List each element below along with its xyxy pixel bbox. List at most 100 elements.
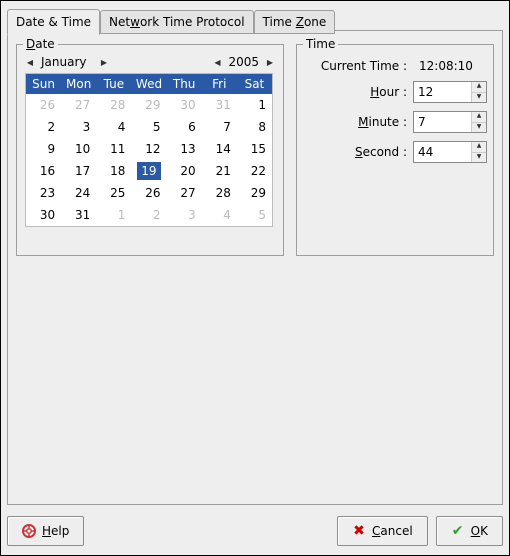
minute-label: Minute :: [307, 115, 413, 129]
calendar-dow-header: Thu: [167, 74, 202, 94]
tab-timezone[interactable]: Time Zone: [254, 10, 336, 34]
tab-strip: Date & Time Network Time Protocol Time Z…: [1, 1, 509, 33]
calendar-day[interactable]: 24: [61, 182, 96, 204]
help-button-label: Help: [42, 524, 69, 538]
calendar-day[interactable]: 27: [61, 94, 96, 116]
calendar-day[interactable]: 19: [131, 160, 166, 182]
calendar-day[interactable]: 17: [61, 160, 96, 182]
calendar-day[interactable]: 29: [237, 182, 272, 204]
calendar-day[interactable]: 10: [61, 138, 96, 160]
calendar-day[interactable]: 5: [237, 204, 272, 226]
calendar-day[interactable]: 15: [237, 138, 272, 160]
button-bar: Help ✖ Cancel ✔ OK: [7, 513, 503, 549]
tab-ntp-label: Network Time Protocol: [109, 15, 244, 29]
calendar-day[interactable]: 11: [96, 138, 131, 160]
calendar-day[interactable]: 4: [202, 204, 237, 226]
next-year-button[interactable]: ▶: [265, 58, 275, 67]
prev-month-button[interactable]: ◀: [25, 58, 35, 67]
calendar-day[interactable]: 7: [202, 116, 237, 138]
calendar-day[interactable]: 30: [26, 204, 61, 226]
calendar-day[interactable]: 8: [237, 116, 272, 138]
cancel-button-label: Cancel: [372, 524, 413, 538]
ok-button[interactable]: ✔ OK: [436, 516, 503, 546]
calendar-day[interactable]: 4: [96, 116, 131, 138]
ok-icon: ✔: [451, 524, 465, 538]
calendar-dow-header: Tue: [96, 74, 131, 94]
cancel-icon: ✖: [352, 524, 366, 538]
hour-spinbox[interactable]: ▲ ▼: [413, 81, 487, 103]
current-time-label: Current Time :: [307, 59, 413, 73]
minute-up-button[interactable]: ▲: [472, 112, 486, 123]
second-spin-arrows: ▲ ▼: [471, 142, 486, 162]
hour-up-button[interactable]: ▲: [472, 82, 486, 93]
month-label[interactable]: January: [41, 55, 93, 69]
second-down-button[interactable]: ▼: [472, 153, 486, 163]
calendar-day[interactable]: 31: [61, 204, 96, 226]
time-legend: Time: [303, 37, 338, 51]
second-spinbox[interactable]: ▲ ▼: [413, 141, 487, 163]
tab-content: Date ◀ January ▶ ◀ 2005 ▶ SunMonTueWedTh…: [7, 30, 503, 505]
calendar-day[interactable]: 21: [202, 160, 237, 182]
minute-input[interactable]: [414, 112, 471, 132]
year-label[interactable]: 2005: [228, 55, 259, 69]
calendar-day[interactable]: 13: [167, 138, 202, 160]
ok-button-label: OK: [471, 524, 488, 538]
current-time-value: 12:08:10: [413, 59, 483, 73]
calendar-day[interactable]: 23: [26, 182, 61, 204]
calendar-day[interactable]: 26: [131, 182, 166, 204]
calendar-dow-header: Wed: [131, 74, 166, 94]
help-icon: [22, 524, 36, 538]
second-up-button[interactable]: ▲: [472, 142, 486, 153]
hour-down-button[interactable]: ▼: [472, 93, 486, 103]
calendar-dow-header: Fri: [202, 74, 237, 94]
calendar-day[interactable]: 5: [131, 116, 166, 138]
calendar-day[interactable]: 12: [131, 138, 166, 160]
calendar-day[interactable]: 1: [237, 94, 272, 116]
calendar-day[interactable]: 20: [167, 160, 202, 182]
date-legend: Date: [23, 37, 58, 51]
calendar-day[interactable]: 16: [26, 160, 61, 182]
calendar-day[interactable]: 26: [26, 94, 61, 116]
calendar-day[interactable]: 30: [167, 94, 202, 116]
calendar-day[interactable]: 28: [202, 182, 237, 204]
time-groupbox: Time Current Time : 12:08:10 Hour : ▲ ▼: [296, 44, 494, 256]
tab-ntp[interactable]: Network Time Protocol: [100, 10, 253, 34]
second-input[interactable]: [414, 142, 471, 162]
calendar-day[interactable]: 3: [167, 204, 202, 226]
calendar-dow-header: Sat: [237, 74, 272, 94]
calendar-day[interactable]: 2: [131, 204, 166, 226]
minute-down-button[interactable]: ▼: [472, 123, 486, 133]
tab-date-time[interactable]: Date & Time: [7, 9, 100, 35]
minute-spin-arrows: ▲ ▼: [471, 112, 486, 132]
help-button[interactable]: Help: [7, 516, 84, 546]
date-groupbox: Date ◀ January ▶ ◀ 2005 ▶ SunMonTueWedTh…: [16, 44, 284, 256]
calendar-day[interactable]: 18: [96, 160, 131, 182]
hour-label: Hour :: [307, 85, 413, 99]
hour-spin-arrows: ▲ ▼: [471, 82, 486, 102]
calendar-day[interactable]: 25: [96, 182, 131, 204]
calendar-day[interactable]: 1: [96, 204, 131, 226]
calendar: SunMonTueWedThuFriSat 262728293031123456…: [25, 73, 273, 227]
calendar-day[interactable]: 28: [96, 94, 131, 116]
calendar-day[interactable]: 14: [202, 138, 237, 160]
tab-date-time-label: Date & Time: [16, 15, 91, 29]
minute-spinbox[interactable]: ▲ ▼: [413, 111, 487, 133]
prev-year-button[interactable]: ◀: [212, 58, 222, 67]
calendar-dow-header: Sun: [26, 74, 61, 94]
calendar-day[interactable]: 6: [167, 116, 202, 138]
calendar-day[interactable]: 3: [61, 116, 96, 138]
tab-timezone-label: Time Zone: [263, 15, 327, 29]
calendar-day[interactable]: 27: [167, 182, 202, 204]
calendar-day[interactable]: 2: [26, 116, 61, 138]
next-month-button[interactable]: ▶: [99, 58, 109, 67]
calendar-day[interactable]: 31: [202, 94, 237, 116]
calendar-day[interactable]: 9: [26, 138, 61, 160]
date-time-window: Date & Time Network Time Protocol Time Z…: [0, 0, 510, 556]
hour-input[interactable]: [414, 82, 471, 102]
calendar-dow-header: Mon: [61, 74, 96, 94]
calendar-day[interactable]: 22: [237, 160, 272, 182]
second-label: Second :: [307, 145, 413, 159]
cancel-button[interactable]: ✖ Cancel: [337, 516, 428, 546]
calendar-header: ◀ January ▶ ◀ 2005 ▶: [25, 55, 275, 69]
calendar-day[interactable]: 29: [131, 94, 166, 116]
